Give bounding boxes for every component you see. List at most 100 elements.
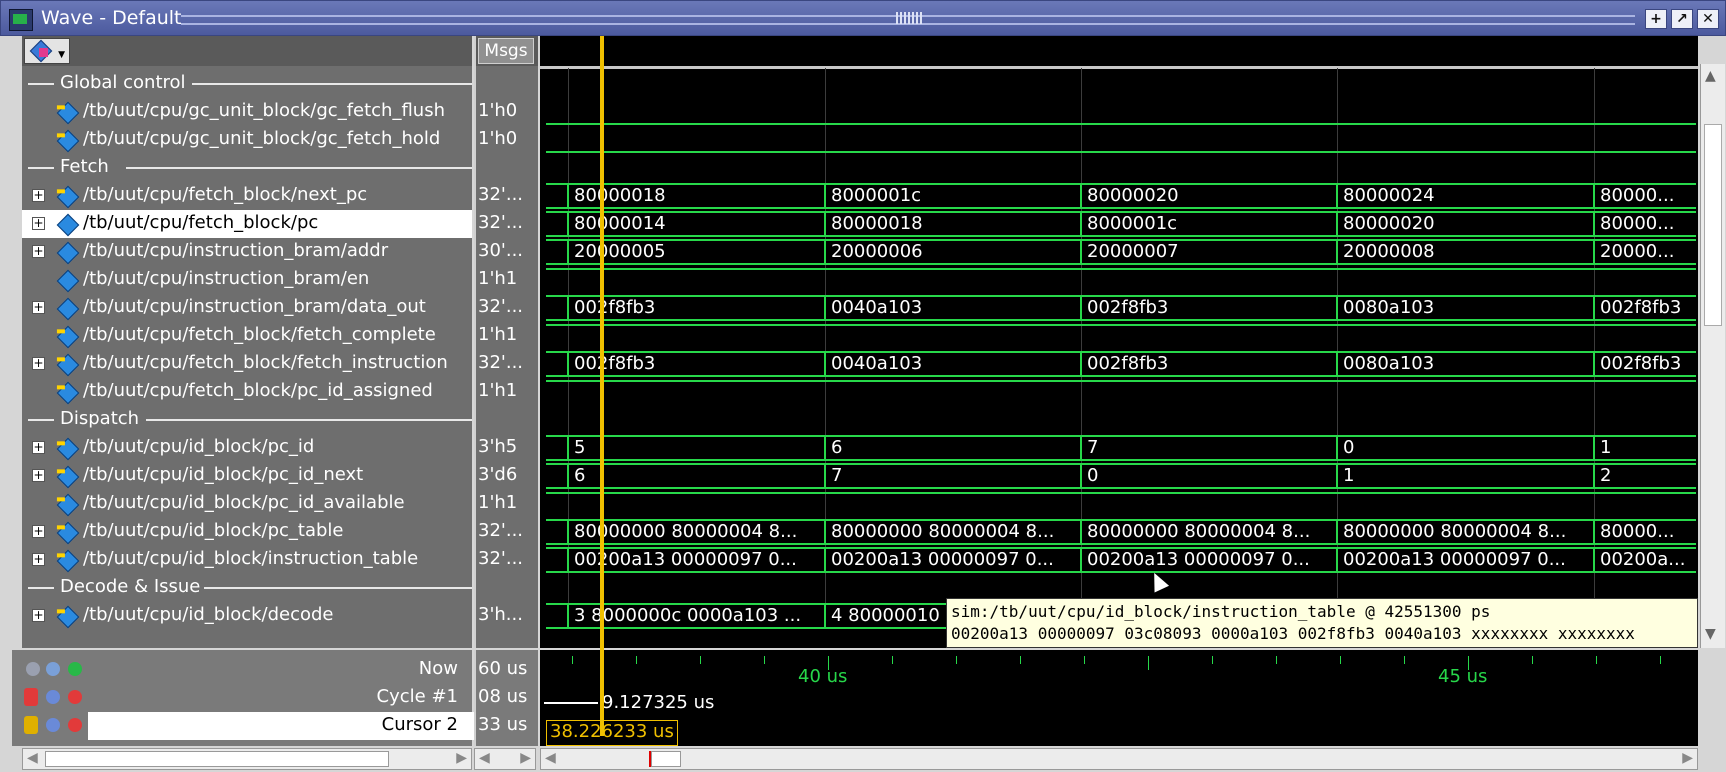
scroll-left-icon[interactable]: ◀ xyxy=(27,750,38,766)
scroll-right-icon[interactable]: ▶ xyxy=(1682,750,1693,766)
group-dispatch[interactable]: Dispatch xyxy=(22,406,472,434)
wave-row-bus[interactable]: 6 7 0 1 2 xyxy=(540,462,1698,490)
cursor-name-pane[interactable]: Now Cycle #1 Cursor 2 xyxy=(12,650,474,746)
signal-name-pane[interactable]: ▼ Global control /tb/uut/cpu/gc_unit_blo… xyxy=(22,36,472,648)
wave-row-1bit[interactable] xyxy=(540,126,1698,154)
bus-value: 00200a... xyxy=(1600,549,1686,570)
cursor-edit-icon[interactable] xyxy=(46,662,60,676)
cycle-value: 08 us xyxy=(478,686,528,707)
wave-row-bus[interactable]: 80000018 8000001c 80000020 80000024 80000... xyxy=(540,182,1698,210)
signal-row[interactable]: + /tb/uut/cpu/fetch_block/fetch_instruct… xyxy=(22,350,472,378)
add-cursor-icon[interactable] xyxy=(68,662,82,676)
signal-row[interactable]: /tb/uut/cpu/fetch_block/pc_id_assigned xyxy=(22,378,472,406)
wave-row-bus[interactable]: 002f8fb3 0040a103 002f8fb3 0080a103 002f8fb3 xyxy=(540,350,1698,378)
wave-row-1bit[interactable] xyxy=(540,490,1698,518)
msgs-pane[interactable]: Msgs 1'h0 1'h0 32'... 32'... 30'... 1'h1… xyxy=(474,36,538,648)
bus-value: 20000006 xyxy=(831,241,923,262)
signal-row[interactable]: + /tb/uut/cpu/id_block/decode xyxy=(22,602,472,630)
cursor2-readout[interactable]: 38.226233 us xyxy=(546,720,678,746)
signal-row[interactable]: + /tb/uut/cpu/id_block/pc_id xyxy=(22,434,472,462)
wave-row-bus[interactable]: 00200a13 00000097 0... 00200a13 00000097 … xyxy=(540,546,1698,574)
scroll-left-icon[interactable]: ◀ xyxy=(479,750,490,766)
expand-plus-icon[interactable]: + xyxy=(32,469,45,482)
signal-row[interactable]: + /tb/uut/cpu/id_block/instruction_table xyxy=(22,546,472,574)
signal-row[interactable]: /tb/uut/cpu/instruction_bram/en xyxy=(22,266,472,294)
drag-grip-icon[interactable] xyxy=(896,12,924,24)
expand-plus-icon[interactable]: + xyxy=(32,525,45,538)
msgs-hscrollbar[interactable]: ◀ ▶ xyxy=(474,748,536,770)
msg-value: 1'h0 xyxy=(478,128,518,149)
signal-row-selected[interactable]: + /tb/uut/cpu/fetch_block/pc xyxy=(22,210,472,238)
bus-value: 6 xyxy=(831,437,843,458)
expand-plus-icon[interactable]: + xyxy=(32,301,45,314)
bus-value: 80000014 xyxy=(574,213,666,234)
delete-cursor-icon[interactable] xyxy=(68,718,82,732)
group-decode-issue[interactable]: Decode & Issue xyxy=(22,574,472,602)
expand-plus-icon[interactable]: + xyxy=(32,245,45,258)
window-titlebar[interactable]: Wave - Default + ↗ ✕ xyxy=(0,0,1726,36)
wave-row-1bit[interactable] xyxy=(540,98,1698,126)
wave-row-bus[interactable]: 20000005 20000006 20000007 20000008 20000... xyxy=(540,238,1698,266)
scroll-left-icon[interactable]: ◀ xyxy=(545,750,556,766)
scroll-up-icon[interactable]: ▲ xyxy=(1705,68,1716,84)
signal-row[interactable]: /tb/uut/cpu/id_block/pc_id_available xyxy=(22,490,472,518)
cursor-line[interactable] xyxy=(600,36,604,736)
scroll-thumb[interactable] xyxy=(1704,124,1722,326)
dock-plus-button[interactable]: + xyxy=(1645,9,1667,29)
name-hscrollbar[interactable]: ◀ ▶ xyxy=(22,748,472,770)
wave-row-1bit[interactable] xyxy=(540,378,1698,406)
lock-icon[interactable] xyxy=(24,688,38,706)
expand-plus-icon[interactable]: + xyxy=(32,217,45,230)
group-fetch[interactable]: Fetch xyxy=(22,154,472,182)
bus-value: 8000001c xyxy=(1087,213,1178,234)
cycle-row[interactable]: Cycle #1 xyxy=(12,684,472,712)
wave-row-bus[interactable]: 5 6 7 0 1 xyxy=(540,434,1698,462)
expand-plus-icon[interactable]: + xyxy=(32,189,45,202)
cursor2-row[interactable]: Cursor 2 xyxy=(12,712,474,740)
group-global-control[interactable]: Global control xyxy=(22,70,472,98)
bus-value: 5 xyxy=(574,437,586,458)
timeline-pane[interactable]: 40 us 45 us 9.127325 us 38.226233 us xyxy=(540,650,1698,746)
hscroll-thumb[interactable] xyxy=(45,751,389,767)
wrench-icon[interactable] xyxy=(46,718,60,732)
add-wave-button[interactable]: ▼ xyxy=(24,38,70,64)
hscroll-thumb[interactable] xyxy=(651,751,681,767)
scroll-right-icon[interactable]: ▶ xyxy=(520,750,531,766)
wave-row-bus[interactable]: 002f8fb3 0040a103 002f8fb3 0080a103 002f8fb3 xyxy=(540,294,1698,322)
group-dash xyxy=(28,587,54,589)
wave-row-bus[interactable]: 80000000 80000004 8... 80000000 80000004 … xyxy=(540,518,1698,546)
msg-value: 3'h... xyxy=(478,604,523,625)
delete-cursor-icon[interactable] xyxy=(68,690,82,704)
signal-row[interactable]: + /tb/uut/cpu/fetch_block/next_pc xyxy=(22,182,472,210)
wave-row-1bit[interactable] xyxy=(540,266,1698,294)
waveform-pane[interactable]: 80000018 8000001c 80000020 80000024 80000...… xyxy=(540,36,1698,648)
signal-row[interactable]: + /tb/uut/cpu/instruction_bram/data_out xyxy=(22,294,472,322)
close-button[interactable]: ✕ xyxy=(1697,9,1719,29)
group-label: Decode & Issue xyxy=(60,576,201,597)
bus-value: 1 xyxy=(1343,465,1355,486)
vertical-scrollbar[interactable]: ▲ ▼ xyxy=(1700,64,1725,648)
timeline-tick xyxy=(636,656,637,664)
bus-value: 80000000 80000004 8... xyxy=(1087,521,1311,542)
expand-plus-icon[interactable]: + xyxy=(32,441,45,454)
wave-hscrollbar[interactable]: ◀ ▶ xyxy=(540,748,1698,770)
value-tooltip: sim:/tb/uut/cpu/id_block/instruction_tab… xyxy=(946,598,1698,648)
expand-plus-icon[interactable]: + xyxy=(32,553,45,566)
signal-row[interactable]: /tb/uut/cpu/fetch_block/fetch_complete xyxy=(22,322,472,350)
signal-row[interactable]: + /tb/uut/cpu/id_block/pc_table xyxy=(22,518,472,546)
expand-plus-icon[interactable]: + xyxy=(32,609,45,622)
signal-row[interactable]: + /tb/uut/cpu/id_block/pc_id_next xyxy=(22,462,472,490)
signal-row[interactable]: + /tb/uut/cpu/instruction_bram/addr xyxy=(22,238,472,266)
wave-row-bus[interactable]: 80000014 80000018 8000001c 80000020 80000... xyxy=(540,210,1698,238)
scroll-down-icon[interactable]: ▼ xyxy=(1705,626,1716,642)
wave-row-1bit[interactable] xyxy=(540,322,1698,350)
signal-row[interactable]: /tb/uut/cpu/gc_unit_block/gc_fetch_flush xyxy=(22,98,472,126)
wrench-icon[interactable] xyxy=(46,690,60,704)
scroll-right-icon[interactable]: ▶ xyxy=(456,750,467,766)
unlock-icon[interactable] xyxy=(24,716,38,734)
expand-plus-icon[interactable]: + xyxy=(32,357,45,370)
bus-value: 20000008 xyxy=(1343,241,1435,262)
signal-row[interactable]: /tb/uut/cpu/gc_unit_block/gc_fetch_hold xyxy=(22,126,472,154)
cursor-tool-icon[interactable] xyxy=(26,662,40,676)
undock-button[interactable]: ↗ xyxy=(1671,9,1693,29)
